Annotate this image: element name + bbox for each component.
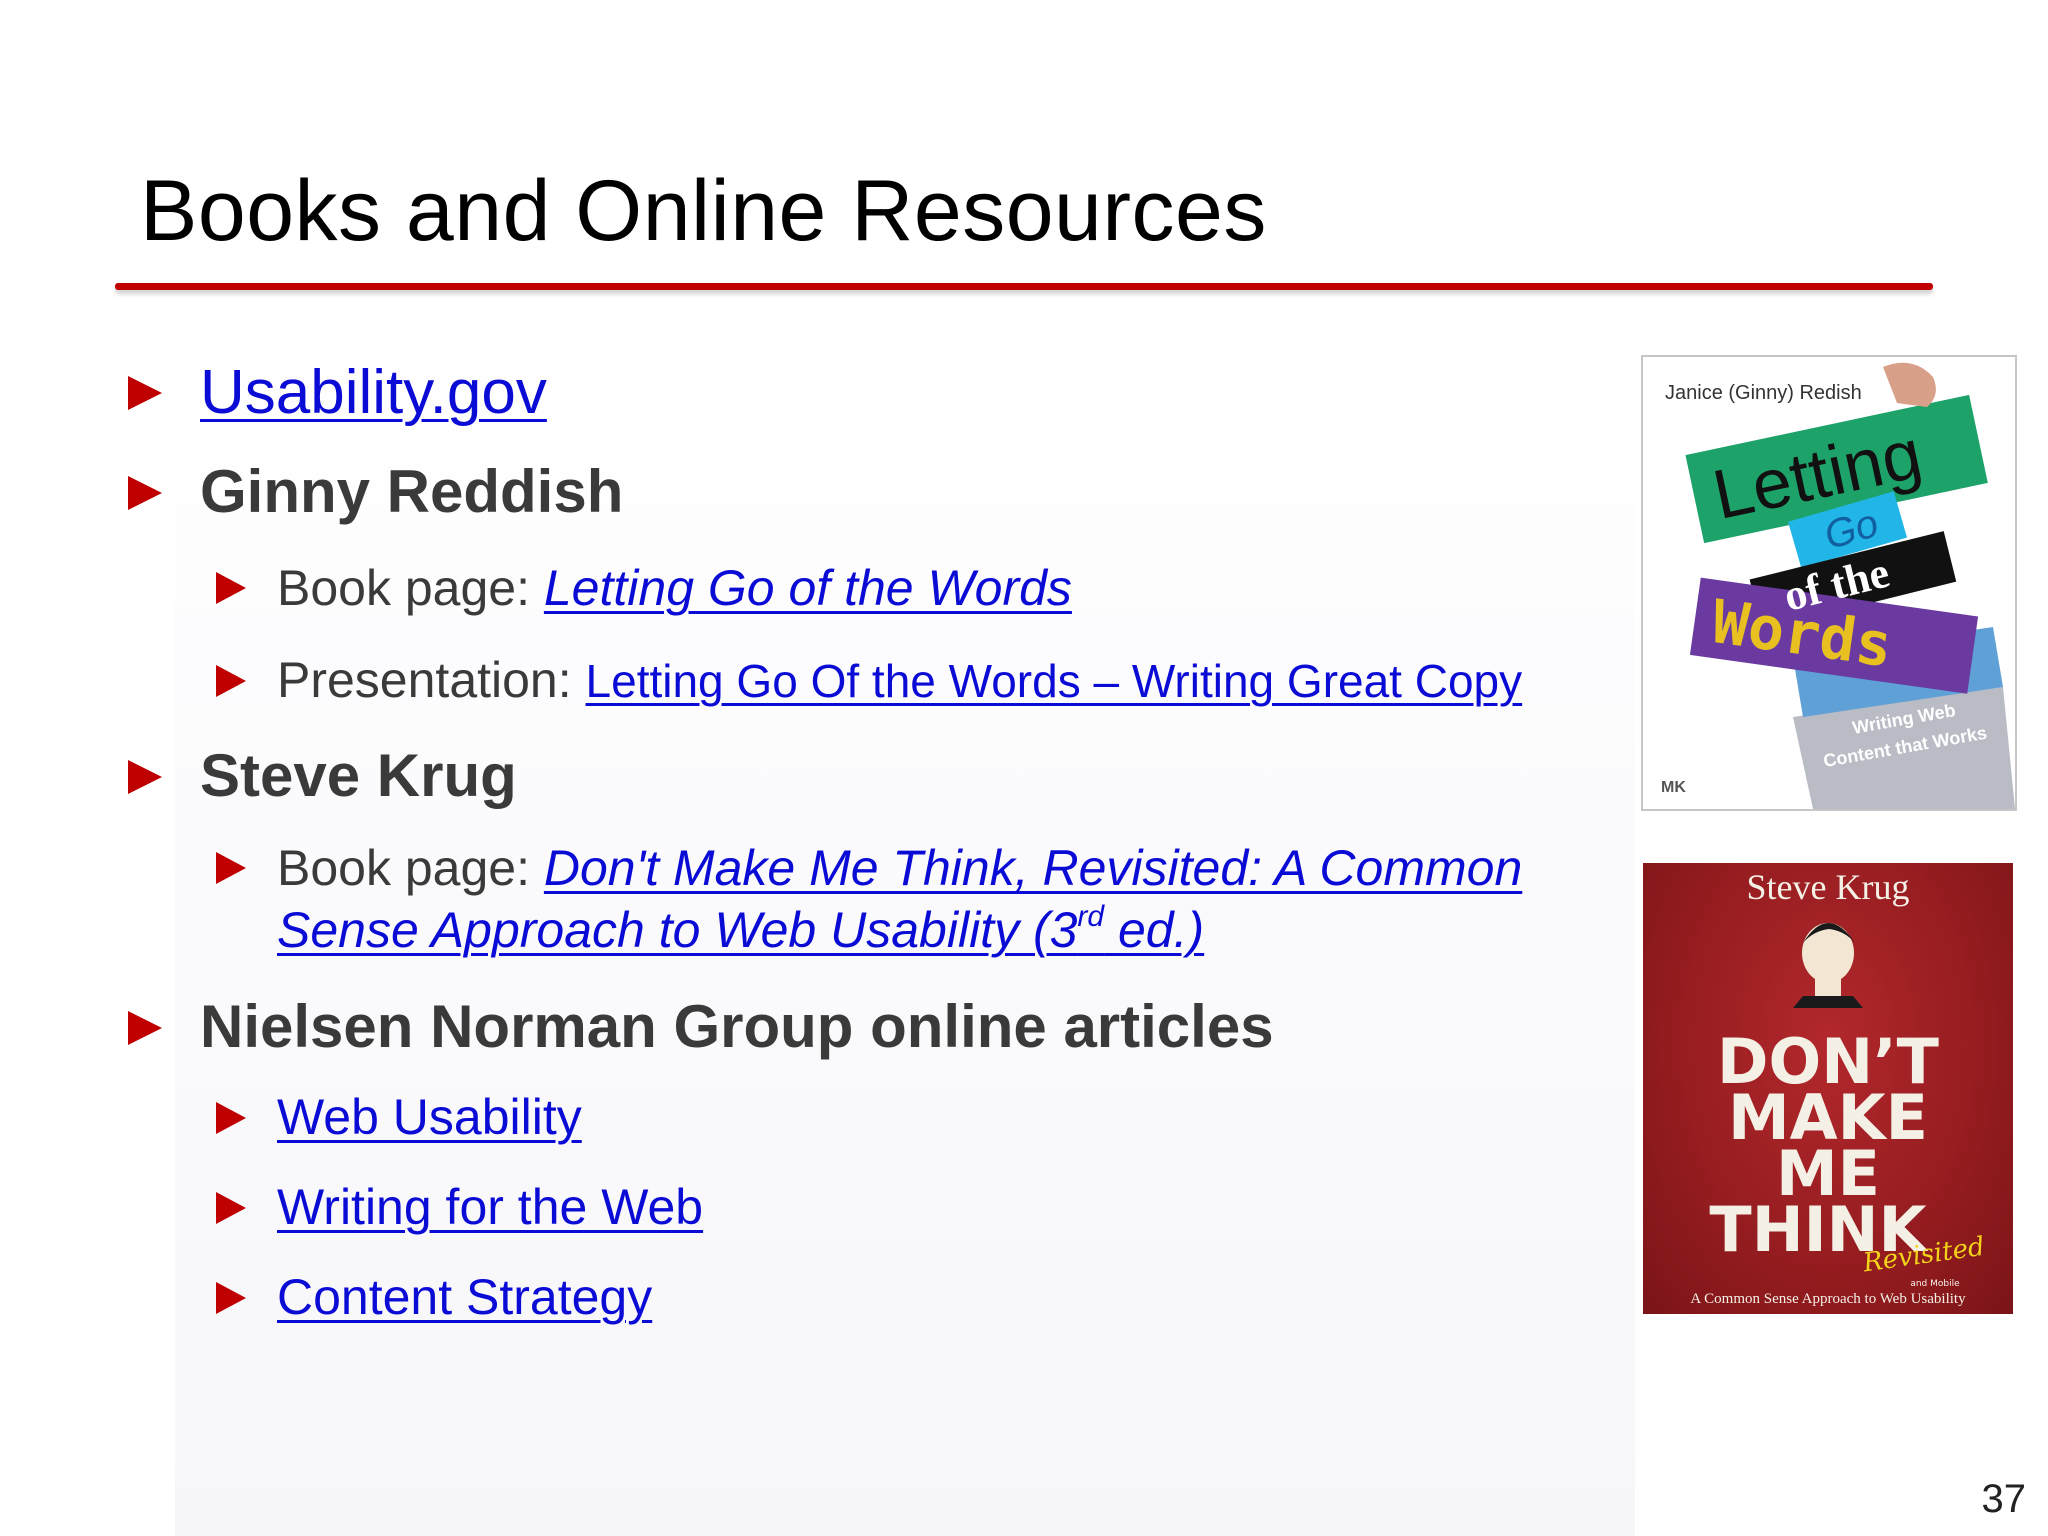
nng-heading: Nielsen Norman Group online articles xyxy=(200,993,1274,1060)
sub-bullet-arrow-icon xyxy=(216,852,246,884)
bullet-arrow-icon xyxy=(128,1011,162,1045)
presentation-label: Presentation: xyxy=(277,652,586,708)
content-strategy-link[interactable]: Content Strategy xyxy=(277,1272,652,1322)
sub-bullet-arrow-icon xyxy=(216,1282,246,1314)
sub-bullet-arrow-icon xyxy=(216,572,246,604)
bullet-arrow-icon xyxy=(128,376,162,410)
svg-text:A Common Sense Approach to Web: A Common Sense Approach to Web Usability xyxy=(1690,1291,1966,1307)
slide-title: Books and Online Resources xyxy=(140,163,1267,259)
svg-text:Steve Krug: Steve Krug xyxy=(1747,867,1910,907)
writing-for-web-link[interactable]: Writing for the Web xyxy=(277,1182,703,1232)
sub-bullet-arrow-icon xyxy=(216,1102,246,1134)
krug-book-item: Book page: Don't Make Me Think, Revisite… xyxy=(277,843,1522,893)
book-page-label: Book page: xyxy=(277,840,544,896)
web-usability-link[interactable]: Web Usability xyxy=(277,1092,582,1142)
krug-book-item-cont: Sense Approach to Web Usability (3rd ed.… xyxy=(277,902,1204,958)
book-page-label: Book page: xyxy=(277,560,544,616)
svg-text:Janice (Ginny) Redish: Janice (Ginny) Redish xyxy=(1665,382,1862,404)
sub-bullet-arrow-icon xyxy=(216,1192,246,1224)
letting-go-book-cover: Janice (Ginny) Redish Letting Go of the … xyxy=(1641,355,2017,811)
bullet-arrow-icon xyxy=(128,760,162,794)
svg-text:MK: MK xyxy=(1661,779,1686,796)
letting-go-cover-art: Janice (Ginny) Redish Letting Go of the … xyxy=(1643,357,2015,809)
bullet-arrow-icon xyxy=(128,476,162,510)
svg-text:and Mobile: and Mobile xyxy=(1910,1279,1960,1289)
letting-go-book-link[interactable]: Letting Go of the Words xyxy=(544,560,1072,616)
presentation-link[interactable]: Letting Go Of the Words – Writing Great … xyxy=(586,655,1523,707)
dont-make-me-think-cover-art: Steve Krug DON’T MAKE ME THINK Revisited… xyxy=(1690,867,1986,1307)
dont-make-me-think-link-line2[interactable]: Sense Approach to Web Usability (3rd ed.… xyxy=(277,902,1204,958)
dont-make-me-think-book-cover: Steve Krug DON’T MAKE ME THINK Revisited… xyxy=(1643,863,2013,1314)
usability-gov-link[interactable]: Usability.gov xyxy=(200,362,547,424)
thinking-man-icon xyxy=(1793,923,1863,1008)
dont-make-me-think-link-line1[interactable]: Don't Make Me Think, Revisited: A Common xyxy=(544,840,1522,896)
sub-bullet-arrow-icon xyxy=(216,665,246,697)
krug-heading: Steve Krug xyxy=(200,742,517,809)
page-number: 37 xyxy=(1981,1477,2027,1521)
ginny-heading: Ginny Reddish xyxy=(200,458,624,525)
ginny-book-item: Book page: Letting Go of the Words xyxy=(277,563,1072,613)
ginny-presentation-item: Presentation: Letting Go Of the Words – … xyxy=(277,655,1522,705)
title-underline xyxy=(115,283,1933,290)
